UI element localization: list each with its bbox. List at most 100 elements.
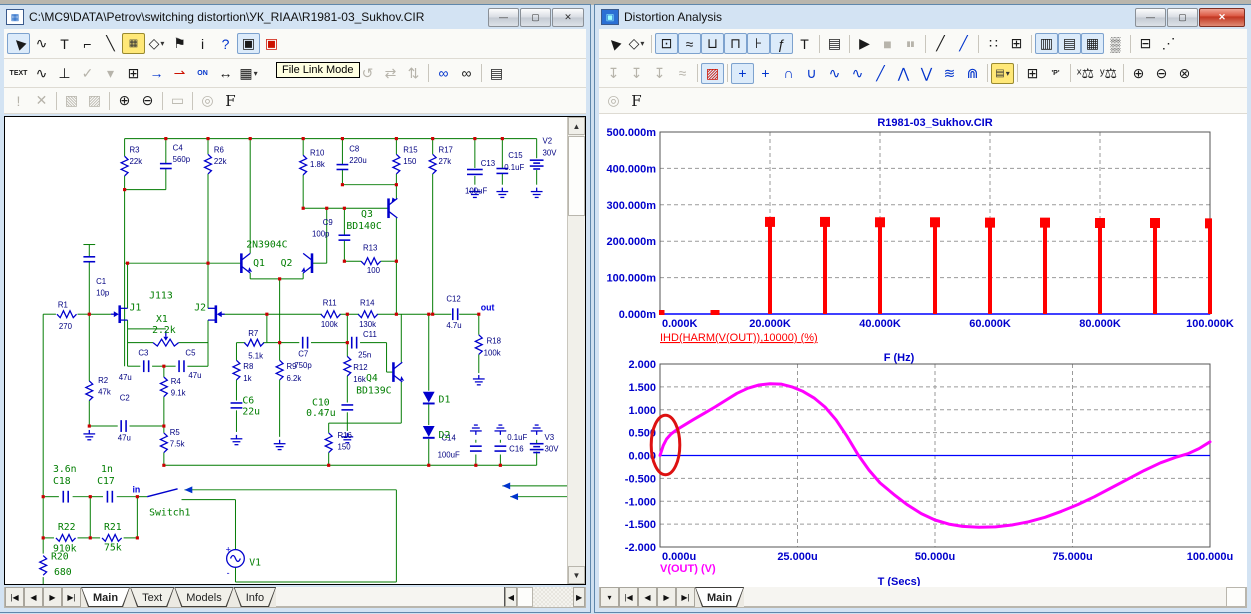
text-mode-icon[interactable]: T [53, 33, 76, 54]
minimize-button[interactable]: — [1135, 8, 1166, 27]
vip-display-icon[interactable]: ✓ [76, 63, 99, 84]
node-snap-icon[interactable]: ↔ [214, 63, 237, 84]
error-icon[interactable]: ! [7, 90, 30, 111]
node-numbers-icon[interactable]: ⊞ [122, 63, 145, 84]
global-high-icon[interactable]: ⋀ [892, 63, 915, 84]
hscroll-thumb[interactable] [1226, 587, 1246, 607]
analysis-plots[interactable]: R1981-03_Sukhov.CIR500.000m400.000m300.0… [599, 114, 1245, 586]
minimize-button[interactable]: — [488, 8, 519, 27]
plot-mode-vstripes-icon[interactable]: ▥ [1035, 33, 1058, 54]
schematic-vscrollbar[interactable]: ▲ ▼ [567, 117, 585, 584]
function-tool-icon[interactable]: ƒ [770, 33, 793, 54]
globe-icon[interactable]: ◎ [602, 90, 625, 111]
maximize-button[interactable]: ▢ [520, 8, 551, 27]
stamp-b-icon[interactable]: ▨ [83, 90, 106, 111]
y-axis-scale-icon[interactable]: ʸ⚖ [1097, 63, 1120, 84]
zoom-box-icon[interactable]: ⊗ [1173, 63, 1196, 84]
peak-tool-icon[interactable]: ∩ [777, 63, 800, 84]
global-low-icon[interactable]: ⋁ [915, 63, 938, 84]
find-part-icon[interactable]: ∞ [432, 63, 455, 84]
valley-tool-icon[interactable]: ∪ [800, 63, 823, 84]
schematic-canvas[interactable]: R322kC4560pR622kR101.8kC8220uR15150R1727… [4, 116, 586, 585]
file-link-mode-icon[interactable]: ▣ [237, 33, 260, 54]
x-axis-scale-icon[interactable]: ˣ⚖ [1074, 63, 1097, 84]
waves-icon[interactable]: ≈ [671, 63, 694, 84]
font-icon[interactable]: F [219, 90, 242, 111]
region-mode-icon[interactable]: ▣ [260, 33, 283, 54]
horizontal-scale-icon[interactable]: ⊔ [701, 33, 724, 54]
clear-error-icon[interactable]: ✕ [30, 90, 53, 111]
info-mode-icon[interactable]: i [191, 33, 214, 54]
properties-icon[interactable]: ▤ [823, 33, 846, 54]
vscroll-thumb[interactable] [568, 136, 585, 216]
tab-nav-button[interactable]: ▶ [657, 587, 676, 607]
slope-cursor-icon[interactable]: ╱ [869, 63, 892, 84]
close-button[interactable]: ✕ [552, 8, 584, 27]
zoom-out-icon[interactable]: ⊖ [136, 90, 159, 111]
schematic-drawing[interactable]: R322kC4560pR622kR101.8kC8220uR15150R1727… [5, 117, 567, 584]
flip-vertical-icon[interactable]: ⇅ [402, 63, 425, 84]
cursor-mode-icon[interactable]: ⊡ [655, 33, 678, 54]
wire-mode-icon[interactable]: ∿ [30, 33, 53, 54]
run-button-icon[interactable]: ▶ [853, 33, 876, 54]
help-mode-icon[interactable]: ? [214, 33, 237, 54]
tab-main[interactable]: Main [695, 587, 744, 607]
component-mode-icon[interactable]: ▦ [122, 33, 145, 54]
cursor-horizontal-icon[interactable]: + [731, 63, 754, 84]
tab-nav-button[interactable]: ▾ [600, 587, 619, 607]
zoom-in-icon[interactable]: ⊕ [113, 90, 136, 111]
tab-main[interactable]: Main [81, 587, 130, 607]
hscroll-thumb[interactable] [517, 587, 533, 607]
tab-nav-button[interactable]: |◀ [619, 587, 638, 607]
scroll-down-icon[interactable]: ▼ [568, 566, 585, 584]
tab-info[interactable]: Info [234, 587, 276, 607]
vertical-scale-icon[interactable]: ⊓ [724, 33, 747, 54]
data-points-icon[interactable]: ∷ [982, 33, 1005, 54]
step-tool-icon[interactable]: ⊦ [747, 33, 770, 54]
maximize-button[interactable]: ▢ [1167, 8, 1198, 27]
tab-models[interactable]: Models [174, 587, 233, 607]
text-tool-icon[interactable]: T [793, 33, 816, 54]
shape-tool-icon[interactable]: ◇▾ [145, 33, 168, 54]
left-titlebar[interactable]: ▦ C:\MC9\DATA\Petrov\switching distortio… [4, 5, 586, 29]
tab-nav-button[interactable]: |◀ [5, 587, 24, 607]
envelope-tool-icon[interactable]: ≋ [938, 63, 961, 84]
right-titlebar[interactable]: ▣ Distortion Analysis — ▢ ✕ [599, 5, 1247, 29]
part-r1-icon[interactable]: ∿ [30, 63, 53, 84]
pan-zoom-mode-icon[interactable]: ▨ [701, 63, 724, 84]
panel-split-icon[interactable]: ⊟ [1134, 33, 1157, 54]
cursor-bottom-icon[interactable]: ↧ [625, 63, 648, 84]
apply-basket-icon[interactable]: ▤▾ [991, 63, 1014, 84]
model-window-icon[interactable]: ▤ [485, 63, 508, 84]
nested-peaks-icon[interactable]: ⋒ [961, 63, 984, 84]
hscroll-left-icon[interactable]: ◀ [505, 587, 517, 607]
font-icon[interactable]: F [625, 90, 648, 111]
tab-nav-button[interactable]: ◀ [24, 587, 43, 607]
state-display-icon[interactable]: ON [191, 63, 214, 84]
box-icon[interactable]: ▭ [166, 90, 189, 111]
tab-text[interactable]: Text [130, 587, 174, 607]
low-tool-icon[interactable]: ∿ [846, 63, 869, 84]
current-display-icon[interactable]: → [145, 63, 168, 84]
stamp-a-icon[interactable]: ▧ [60, 90, 83, 111]
shape-tool-icon[interactable]: ◇▾ [625, 33, 648, 54]
pin-connections-icon[interactable]: ⊥ [53, 63, 76, 84]
line-tool-icon[interactable]: ╱ [929, 33, 952, 54]
pause-button-icon[interactable]: ▮▮ [899, 33, 922, 54]
globe-icon[interactable]: ◎ [196, 90, 219, 111]
high-tool-icon[interactable]: ∿ [823, 63, 846, 84]
power-display-icon[interactable]: ⇀ [168, 63, 191, 84]
numeric-output-icon[interactable]: ⊞ [1021, 63, 1044, 84]
zoom-out-icon[interactable]: ⊖ [1150, 63, 1173, 84]
flag-mode-icon[interactable]: ⚑ [168, 33, 191, 54]
cursor-next-icon[interactable]: + [754, 63, 777, 84]
slope-tool-icon[interactable]: ⋰ [1157, 33, 1180, 54]
plot-mode-grid-icon[interactable]: ▦ [1081, 33, 1104, 54]
line-mode-icon[interactable]: ╲ [99, 33, 122, 54]
grid-dropdown-icon[interactable]: ▦▾ [237, 63, 260, 84]
plot-area[interactable]: R1981-03_Sukhov.CIR500.000m400.000m300.0… [599, 114, 1247, 587]
close-button[interactable]: ✕ [1199, 8, 1245, 27]
ortho-wire-mode-icon[interactable]: ⌐ [76, 33, 99, 54]
select-tool-icon[interactable]: ▶ [602, 33, 625, 54]
grid-text-icon[interactable]: TEXT [7, 63, 30, 84]
